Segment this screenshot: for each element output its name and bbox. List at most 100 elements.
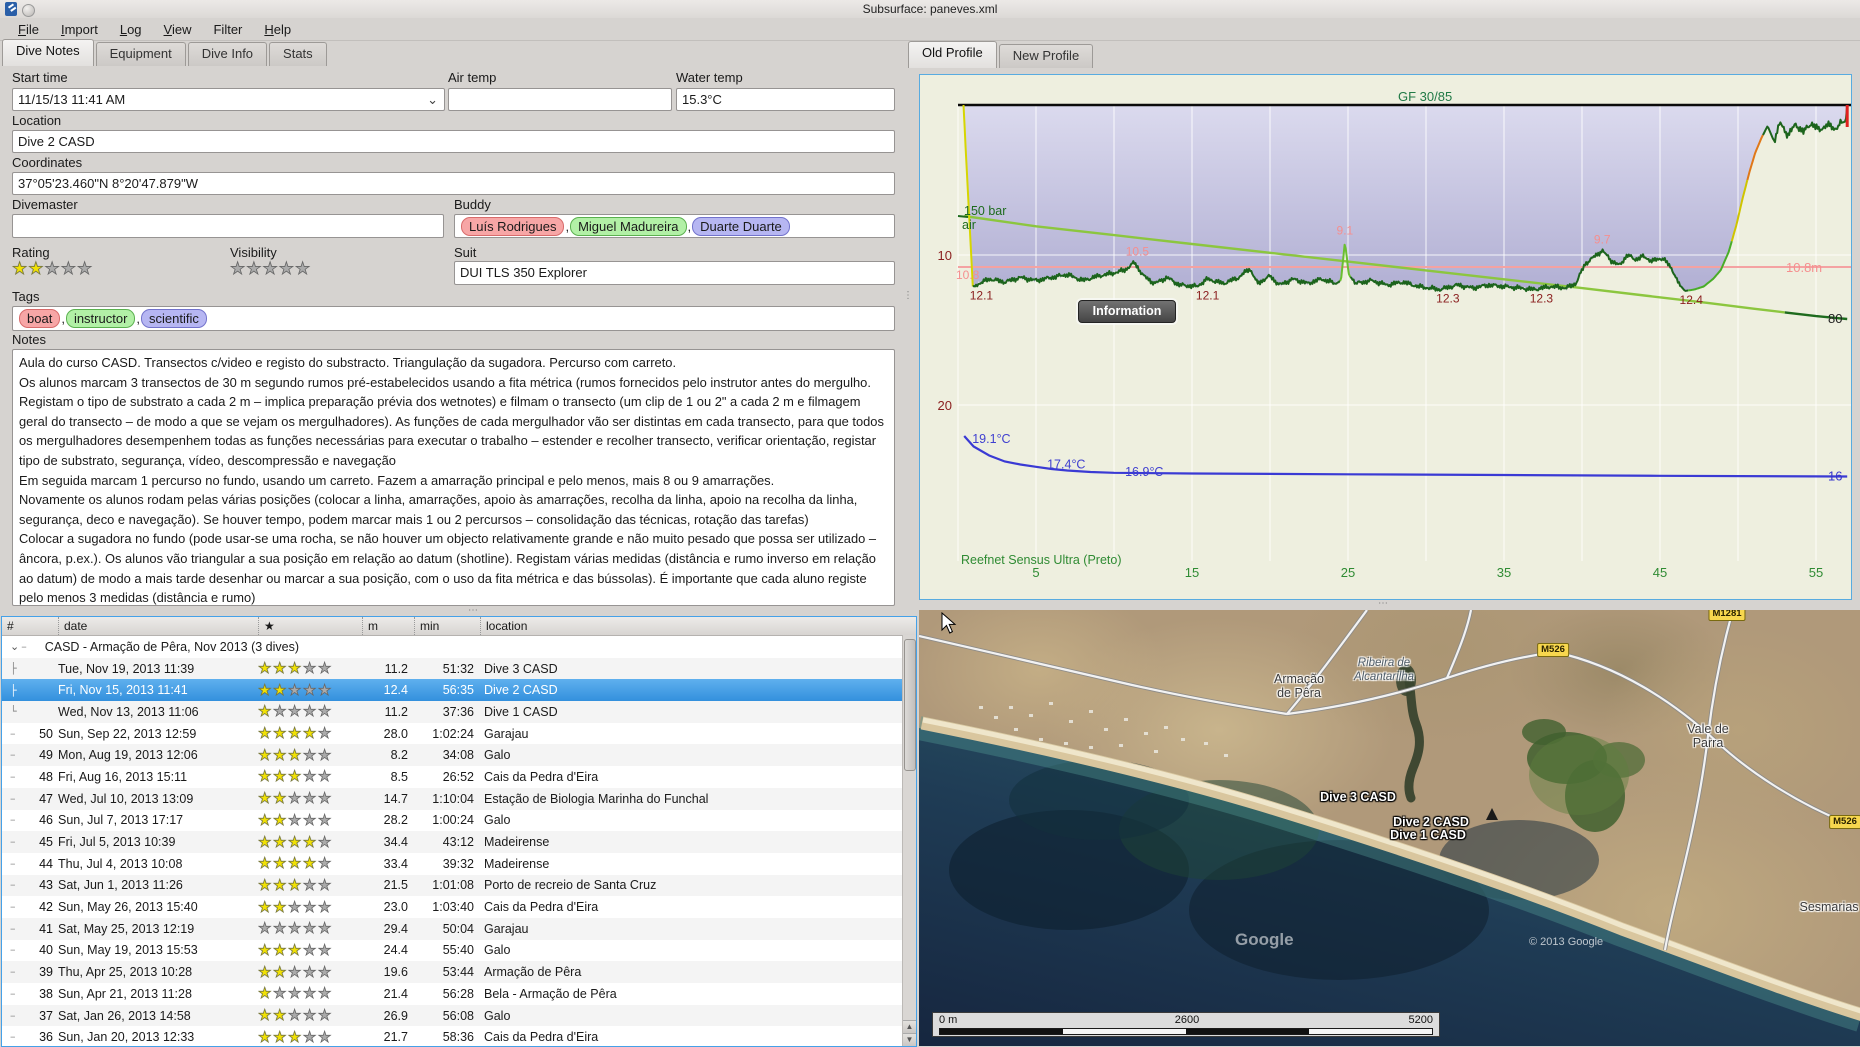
scroll-down-button[interactable]: ▼ — [903, 1033, 916, 1046]
dive-site-map[interactable]: Armação de Pêra Ribeira de Alcantarilha Va… — [919, 610, 1860, 1046]
dive-duration: 55:40 — [442, 943, 474, 958]
location-field[interactable]: Dive 2 CASD — [12, 130, 895, 153]
column-header-m[interactable]: m — [362, 617, 414, 635]
chevron-down-icon[interactable]: ⌄ — [427, 91, 438, 109]
menu-filter[interactable]: Filter — [203, 19, 252, 40]
dive-number: 42 — [39, 900, 53, 915]
star-icon: ★ — [317, 833, 333, 851]
dive-list-scrollbar[interactable]: ▲ ▼ — [902, 635, 916, 1046]
water-temp-label: Water temp — [676, 70, 743, 85]
column-header-★[interactable]: ★ — [258, 617, 362, 635]
star-icon: ★ — [44, 259, 61, 278]
menu-help[interactable]: Help — [254, 19, 301, 40]
title-bar[interactable]: Subsurface: paneves.xml — [0, 0, 1860, 19]
dive-row[interactable]: –36 Sun, Jan 20, 2013 12:33 ★★★★★ 21.7 58:36… — [2, 1026, 916, 1046]
horizontal-splitter[interactable]: ⋯ — [468, 605, 480, 616]
tab-equipment[interactable]: Equipment — [95, 42, 186, 66]
dive-row[interactable]: –38 Sun, Apr 21, 2013 11:28 ★★★★★ 21.4 56:28… — [2, 983, 916, 1005]
air-temp-field[interactable] — [448, 88, 672, 111]
tag-pill[interactable]: instructor — [65, 309, 136, 328]
dive-date: Sun, May 19, 2013 15:53 — [58, 943, 198, 958]
air-temp-label: Air temp — [448, 70, 497, 85]
dive-row[interactable]: ├ Tue, Nov 19, 2013 11:39 ★★★★★ 11.2 51:32 Di… — [2, 657, 916, 680]
trip-row[interactable]: ⌄ – CASD - Armação de Pêra, Nov 2013 (3 … — [2, 636, 916, 658]
column-header-date[interactable]: date — [58, 617, 258, 635]
svg-text:12.4: 12.4 — [1680, 293, 1704, 307]
buddy-field[interactable]: Luís Rodrigues, Miguel Madureira, Duarte D… — [454, 214, 895, 238]
dive-rating: ★★★★★ — [258, 920, 362, 937]
dive-row[interactable]: –45 Fri, Jul 5, 2013 10:39 ★★★★★ 34.4 43:12 M… — [2, 831, 916, 853]
column-header-min[interactable]: min — [414, 617, 480, 635]
column-header-location[interactable]: location — [480, 617, 916, 635]
dive-row[interactable]: –40 Sun, May 19, 2013 15:53 ★★★★★ 24.4 55:40… — [2, 939, 916, 962]
vertical-splitter[interactable]: ⋯ — [902, 290, 913, 300]
dive-row[interactable]: –49 Mon, Aug 19, 2013 12:06 ★★★★★ 8.2 34:08 G… — [2, 744, 916, 767]
start-time-value: 11/15/13 11:41 AM — [18, 92, 126, 107]
dive-date: Wed, Jul 10, 2013 13:09 — [58, 791, 194, 806]
dive-profile-panel[interactable]: GF 30/85 150 bar air 10 20 10.8 10.8m 80 16 12.1 1… — [919, 74, 1852, 600]
star-icon: ★ — [258, 941, 273, 959]
tab-stats[interactable]: Stats — [269, 42, 327, 66]
suit-field[interactable]: DUI TLS 350 Explorer — [454, 261, 895, 285]
tab-old-profile[interactable]: Old Profile — [908, 41, 997, 68]
buddy-pill[interactable]: Miguel Madureira — [570, 217, 687, 236]
star-icon: ★ — [258, 963, 273, 981]
menu-bar: File Import Log View Filter Help — [0, 18, 1860, 41]
water-temp-field[interactable]: 15.3°C — [676, 88, 895, 111]
dive-location: Garajau — [484, 726, 529, 741]
tab-new-profile[interactable]: New Profile — [998, 44, 1094, 68]
menu-file[interactable]: File — [8, 19, 49, 40]
buddy-pill[interactable]: Duarte Duarte — [692, 217, 790, 236]
dive-rating: ★★★★★ — [258, 768, 362, 785]
dive-list[interactable]: # date ★ m min location ⌄ – CASD - Armação de… — [1, 616, 917, 1047]
dive-row[interactable]: –50 Sun, Sep 22, 2013 12:59 ★★★★★ 28.0 1:02:… — [2, 722, 916, 745]
tab-dive-notes[interactable]: Dive Notes — [2, 39, 94, 66]
dive-row[interactable]: –47 Wed, Jul 10, 2013 13:09 ★★★★★ 14.7 1:10:… — [2, 787, 916, 810]
divemaster-field[interactable] — [12, 214, 444, 238]
divemaster-label: Divemaster — [12, 197, 78, 212]
buddy-label: Buddy — [454, 197, 491, 212]
column-header-num[interactable]: # — [2, 617, 58, 635]
tag-pill[interactable]: scientific — [141, 309, 207, 328]
coordinates-field[interactable]: 37°05'23.460"N 8°20'47.879"W — [12, 172, 895, 195]
star-icon: ★ — [302, 768, 318, 786]
dive-row[interactable]: –48 Fri, Aug 16, 2013 15:11 ★★★★★ 8.5 26:52 C… — [2, 766, 916, 788]
star-icon: ★ — [272, 1028, 288, 1046]
dive-row[interactable]: –41 Sat, May 25, 2013 12:19 ★★★★★ 29.4 50:04… — [2, 917, 916, 940]
expander-icon[interactable]: ⌄ — [10, 640, 19, 653]
menu-view[interactable]: View — [154, 19, 202, 40]
tab-dive-info[interactable]: Dive Info — [187, 42, 268, 66]
dive-row[interactable]: └ Wed, Nov 13, 2013 11:06 ★★★★★ 11.2 37:36 Di… — [2, 701, 916, 723]
star-icon: ★ — [258, 1028, 273, 1046]
dive-rating: ★★★★★ — [258, 660, 362, 677]
tags-field[interactable]: boat, instructor, scientific — [12, 306, 895, 331]
window-menu-button[interactable] — [22, 4, 35, 17]
dive-location: Madeirense — [484, 856, 550, 871]
visibility-stars[interactable]: ★★★★★ — [230, 260, 311, 279]
dive-list-header[interactable]: # date ★ m min location — [2, 617, 916, 636]
buddy-pill[interactable]: Luís Rodrigues — [461, 217, 565, 236]
scroll-up-button[interactable]: ▲ — [903, 1020, 916, 1033]
menu-import[interactable]: Import — [51, 19, 108, 40]
dive-number: 48 — [39, 769, 53, 784]
dive-row[interactable]: –43 Sat, Jun 1, 2013 11:26 ★★★★★ 21.5 1:01:0… — [2, 874, 916, 897]
scrollbar-thumb[interactable] — [904, 639, 916, 771]
information-button[interactable]: Information — [1078, 300, 1176, 323]
dive-row[interactable]: –37 Sat, Jan 26, 2013 14:58 ★★★★★ 26.9 56:08… — [2, 1004, 916, 1027]
dive-duration: 51:32 — [442, 661, 474, 676]
tag-pill[interactable]: boat — [19, 309, 61, 328]
start-time-combo[interactable]: 11/15/13 11:41 AM ⌄ — [12, 88, 445, 111]
dive-row[interactable]: –39 Thu, Apr 25, 2013 10:28 ★★★★★ 19.6 53:44… — [2, 961, 916, 983]
dive-rating: ★★★★★ — [258, 899, 362, 916]
dive-row[interactable]: –46 Sun, Jul 7, 2013 17:17 ★★★★★ 28.2 1:00:2… — [2, 809, 916, 832]
star-icon: ★ — [317, 1007, 333, 1025]
star-icon: ★ — [302, 941, 318, 959]
dive-row[interactable]: ├ Fri, Nov 15, 2013 11:41 ★★★★★ 12.4 56:35 Di… — [2, 679, 916, 702]
dive-row[interactable]: –44 Thu, Jul 4, 2013 10:08 ★★★★★ 33.4 39:32 M… — [2, 852, 916, 875]
dive-depth: 21.5 — [383, 878, 408, 893]
rating-stars[interactable]: ★★★★★ — [12, 260, 93, 279]
menu-log[interactable]: Log — [110, 19, 152, 40]
dive-row[interactable]: –42 Sun, May 26, 2013 15:40 ★★★★★ 23.0 1:03:… — [2, 896, 916, 918]
dive-number: 47 — [39, 791, 53, 806]
notes-field[interactable]: Aula do curso CASD. Transectos c/video e… — [12, 349, 895, 606]
